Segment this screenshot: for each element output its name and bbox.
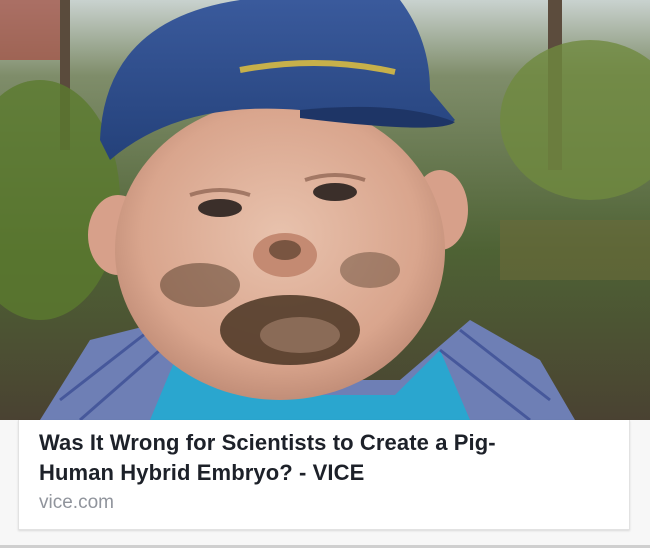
toddler-photo-illustration: [0, 0, 650, 420]
shared-post-card[interactable]: Was It Wrong for Scientists to Create a …: [0, 0, 650, 548]
right-eye: [313, 183, 357, 201]
dirt-cheek-right: [340, 252, 400, 288]
dirt-cheek-left: [160, 263, 240, 307]
headline-line-2: Human Hybrid Embryo? - VICE: [39, 460, 365, 485]
building-roof: [0, 0, 60, 60]
article-headline[interactable]: Was It Wrong for Scientists to Create a …: [39, 428, 599, 488]
headline-line-1: Was It Wrong for Scientists to Create a …: [39, 430, 496, 455]
grass-patch: [500, 220, 650, 280]
link-preview-card[interactable]: Was It Wrong for Scientists to Create a …: [18, 420, 630, 530]
source-domain: vice.com: [39, 492, 114, 513]
left-eye: [198, 199, 242, 217]
preview-photo[interactable]: [0, 0, 650, 420]
